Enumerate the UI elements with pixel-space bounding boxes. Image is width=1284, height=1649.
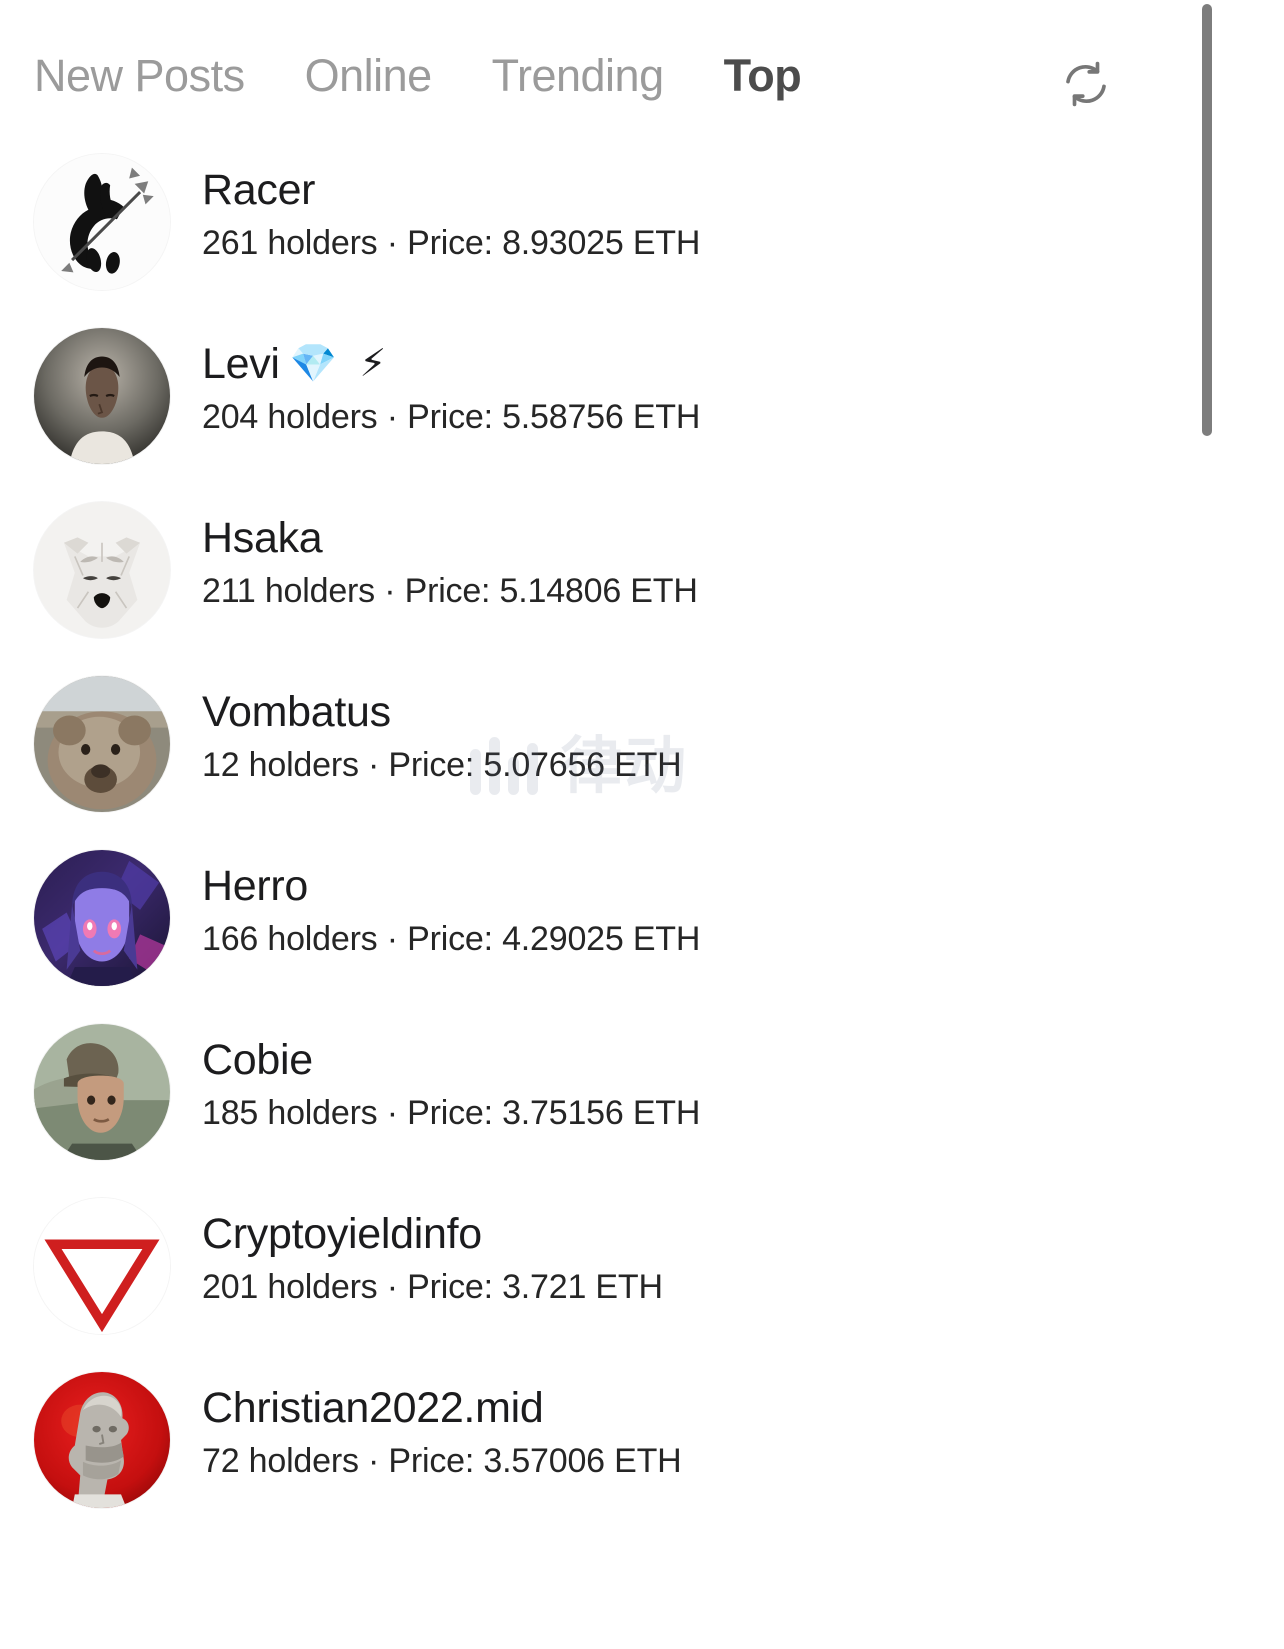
creator-name: Racer [202, 166, 316, 214]
list-item[interactable]: Cobie 185 holders · Price: 3.75156 ETH [0, 1020, 1200, 1194]
creator-name-row: Racer [202, 166, 700, 214]
avatar[interactable] [34, 676, 170, 812]
holders-count: 185 holders [202, 1094, 378, 1133]
man-cap-photo-avatar [34, 1024, 170, 1160]
meta-separator: · [386, 398, 398, 437]
holders-count: 211 holders [202, 572, 375, 611]
list-item[interactable]: Hsaka 211 holders · Price: 5.14806 ETH [0, 498, 1200, 672]
list-item-text: Vombatus 12 holders · Price: 5.07656 ETH [202, 672, 682, 785]
creator-price: Price: 4.29025 ETH [407, 920, 701, 959]
creator-meta: 261 holders · Price: 8.93025 ETH [202, 224, 700, 263]
list-item-text: Christian2022.mid 72 holders · Price: 3.… [202, 1368, 682, 1481]
creator-name-row: Vombatus [202, 688, 682, 736]
list-item[interactable]: Levi 💎 ⚡ 204 holders · Price: 5.58756 ET… [0, 324, 1200, 498]
creator-name: Herro [202, 862, 309, 910]
red-statue-bust-avatar [34, 1372, 170, 1508]
list-item-text: Levi 💎 ⚡ 204 holders · Price: 5.58756 ET… [202, 324, 700, 437]
list-item-text: Herro 166 holders · Price: 4.29025 ETH [202, 846, 700, 959]
list-item[interactable]: Christian2022.mid 72 holders · Price: 3.… [0, 1368, 1200, 1542]
anime-girl-avatar [34, 850, 170, 986]
creator-meta: 211 holders · Price: 5.14806 ETH [202, 572, 698, 611]
holders-count: 204 holders [202, 398, 378, 437]
creator-name: Vombatus [202, 688, 391, 736]
list-item-text: Cobie 185 holders · Price: 3.75156 ETH [202, 1020, 700, 1133]
creator-list: Racer 261 holders · Price: 8.93025 ETH L… [0, 150, 1200, 1542]
friendtech-top-list-screen: New Posts Online Trending Top Racer 261 … [0, 0, 1200, 1649]
avatar[interactable] [34, 502, 170, 638]
creator-name: Christian2022.mid [202, 1384, 544, 1432]
holders-count: 261 holders [202, 224, 378, 263]
meta-separator: · [384, 572, 396, 611]
creator-price: Price: 3.75156 ETH [407, 1094, 701, 1133]
avatar[interactable] [34, 1372, 170, 1508]
black-rabbit-arrow-avatar [34, 154, 170, 290]
list-item-text: Hsaka 211 holders · Price: 5.14806 ETH [202, 498, 698, 611]
list-item-text: Cryptoyieldinfo 201 holders · Price: 3.7… [202, 1194, 663, 1307]
list-item[interactable]: Herro 166 holders · Price: 4.29025 ETH [0, 846, 1200, 1020]
creator-name-row: Cryptoyieldinfo [202, 1210, 663, 1258]
tab-top[interactable]: Top [724, 53, 802, 98]
right-gutter [1200, 0, 1284, 1649]
list-item-text: Racer 261 holders · Price: 8.93025 ETH [202, 150, 700, 263]
meta-separator: · [386, 1094, 398, 1133]
creator-price: Price: 3.721 ETH [407, 1268, 663, 1307]
avatar[interactable] [34, 328, 170, 464]
tab-bar: New Posts Online Trending Top [0, 0, 1200, 150]
creator-price: Price: 5.07656 ETH [388, 746, 682, 785]
white-wolf-mask-avatar [34, 502, 170, 638]
creator-name-row: Herro [202, 862, 700, 910]
creator-meta: 201 holders · Price: 3.721 ETH [202, 1268, 663, 1307]
creator-meta: 185 holders · Price: 3.75156 ETH [202, 1094, 700, 1133]
avatar[interactable] [34, 1198, 170, 1334]
tab-list: New Posts Online Trending Top [34, 53, 802, 98]
creator-name-row: Hsaka [202, 514, 698, 562]
red-triangle-avatar [34, 1198, 170, 1334]
scrollbar-thumb[interactable] [1202, 4, 1212, 436]
refresh-button[interactable] [1058, 56, 1114, 112]
list-item[interactable]: Vombatus 12 holders · Price: 5.07656 ETH [0, 672, 1200, 846]
tab-online[interactable]: Online [305, 53, 433, 98]
creator-name: Levi [202, 340, 280, 388]
holders-count: 12 holders [202, 746, 359, 785]
creator-meta: 72 holders · Price: 3.57006 ETH [202, 1442, 682, 1481]
holders-count: 201 holders [202, 1268, 378, 1307]
meta-separator: · [368, 746, 380, 785]
creator-price: Price: 5.14806 ETH [404, 572, 698, 611]
creator-name-row: Christian2022.mid [202, 1384, 682, 1432]
avatar[interactable] [34, 850, 170, 986]
holders-count: 166 holders [202, 920, 378, 959]
man-portrait-avatar [34, 328, 170, 464]
creator-name-row: Levi 💎 ⚡ [202, 340, 700, 388]
creator-name: Cryptoyieldinfo [202, 1210, 482, 1258]
meta-separator: · [368, 1442, 380, 1481]
creator-name-row: Cobie [202, 1036, 700, 1084]
creator-price: Price: 8.93025 ETH [407, 224, 701, 263]
list-item[interactable]: Racer 261 holders · Price: 8.93025 ETH [0, 150, 1200, 324]
avatar[interactable] [34, 1024, 170, 1160]
creator-name-emoji: 💎 ⚡ [289, 343, 393, 386]
creator-meta: 12 holders · Price: 5.07656 ETH [202, 746, 682, 785]
list-item[interactable]: Cryptoyieldinfo 201 holders · Price: 3.7… [0, 1194, 1200, 1368]
holders-count: 72 holders [202, 1442, 359, 1481]
creator-name: Cobie [202, 1036, 313, 1084]
avatar[interactable] [34, 154, 170, 290]
meta-separator: · [386, 1268, 398, 1307]
wombat-photo-avatar [34, 676, 170, 812]
creator-meta: 166 holders · Price: 4.29025 ETH [202, 920, 700, 959]
refresh-icon [1060, 58, 1112, 110]
scrollbar-track[interactable] [1202, 0, 1212, 1649]
tab-trending[interactable]: Trending [492, 53, 664, 98]
creator-name: Hsaka [202, 514, 323, 562]
meta-separator: · [386, 224, 398, 263]
creator-price: Price: 3.57006 ETH [388, 1442, 682, 1481]
creator-meta: 204 holders · Price: 5.58756 ETH [202, 398, 700, 437]
creator-price: Price: 5.58756 ETH [407, 398, 701, 437]
meta-separator: · [386, 920, 398, 959]
tab-new-posts[interactable]: New Posts [34, 53, 245, 98]
